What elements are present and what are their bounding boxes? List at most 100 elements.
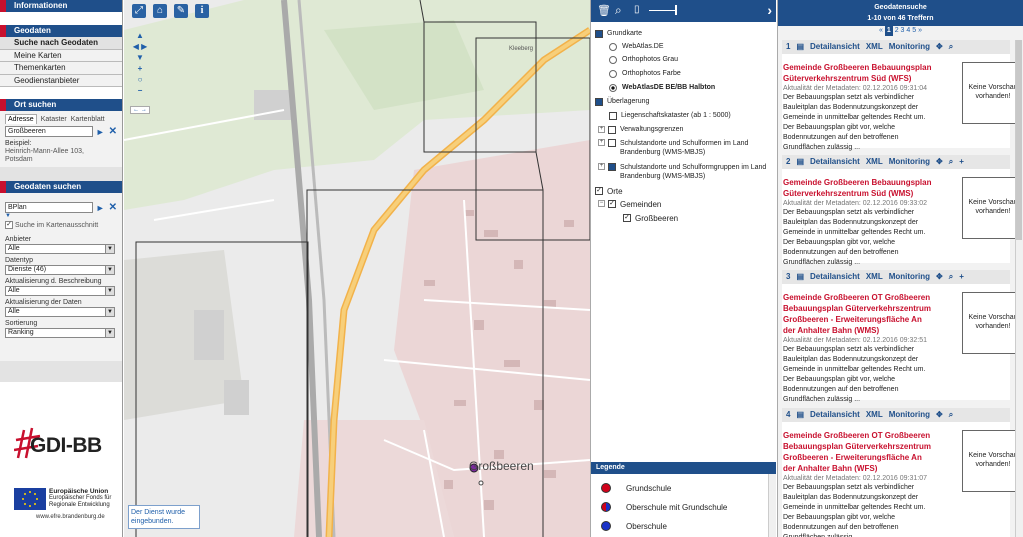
add-icon[interactable]: + (959, 157, 964, 166)
monitoring-link[interactable]: Monitoring (889, 410, 930, 419)
result-title[interactable]: Gemeinde Großbeeren Bebauungsplan Güterv… (783, 62, 933, 84)
overlay-checkbox-2[interactable] (608, 126, 616, 134)
geodaten-clear-icon[interactable]: ✕ (109, 202, 117, 213)
expand-icon[interactable]: + (598, 163, 605, 170)
zoom-icon[interactable]: ⌕ (949, 410, 953, 419)
opacity-slider-handle[interactable] (675, 5, 677, 15)
filter-anbieter-select[interactable]: Alle ▼ (5, 243, 115, 254)
pan-down-icon[interactable]: ▼ (130, 52, 150, 63)
xml-link[interactable]: XML (866, 157, 883, 166)
zoom-out-icon[interactable]: − (130, 85, 150, 96)
collapse-panel-icon[interactable]: › (767, 2, 772, 18)
geodaten-search-go-icon[interactable]: ► (96, 203, 105, 213)
base-radio-4[interactable] (609, 84, 617, 92)
detail-link[interactable]: Detailansicht (810, 272, 860, 281)
filter-beschreibung-select[interactable]: Alle ▼ (5, 285, 115, 296)
overlay-label-1: Liegenschaftskataster (ab 1 : 5000) (621, 112, 731, 119)
pager-next[interactable]: » (918, 27, 922, 34)
tab-kartenblatt[interactable]: Kartenblatt (71, 116, 105, 123)
pager-prev[interactable]: « (879, 27, 883, 34)
nav-suche-geodaten[interactable]: Suche nach Geodaten (0, 37, 122, 50)
move-icon[interactable]: ✥ (936, 272, 943, 281)
geodaten-header[interactable]: Geodaten (0, 25, 122, 37)
info-header[interactable]: Informationen (0, 0, 122, 12)
home-icon[interactable]: ⌂ (153, 4, 167, 18)
grossbeeren-checkbox[interactable]: ✓ (623, 214, 631, 222)
result-title[interactable]: Gemeinde Großbeeren OT Großbeeren Bebauu… (783, 292, 933, 336)
tools-icon[interactable]: ✎ (174, 4, 188, 18)
geodaten-suchen-header[interactable]: Geodaten suchen (0, 181, 122, 193)
nav-themenkarten[interactable]: Themenkarten (0, 62, 122, 75)
expand-icon[interactable]: + (598, 139, 605, 146)
search-icon[interactable]: ⌕ (615, 3, 622, 18)
pager-page-2[interactable]: 2 (895, 27, 899, 34)
collapse-icon[interactable]: − (598, 200, 605, 207)
opacity-slider[interactable] (649, 10, 677, 11)
zoom-in-icon[interactable]: + (130, 63, 150, 74)
ort-search-go-icon[interactable]: ► (96, 127, 105, 137)
geodaten-search-input[interactable]: BPlan (5, 202, 93, 213)
filter-sortierung-select[interactable]: Ranking ▼ (5, 327, 115, 338)
zoom-icon[interactable]: ⌕ (949, 272, 953, 281)
expand-icon[interactable]: + (598, 126, 605, 133)
ort-search-input[interactable]: Großbeeren (5, 126, 93, 137)
kartenausschnitt-checkbox[interactable]: ✓ (5, 221, 13, 229)
document-icon[interactable]: ▯ (634, 4, 640, 15)
xml-link[interactable]: XML (866, 272, 883, 281)
legend-header[interactable]: Legende (591, 462, 776, 474)
tab-kataster[interactable]: Kataster (41, 116, 67, 123)
overlay-checkbox-3[interactable] (608, 139, 616, 147)
detail-link[interactable]: Detailansicht (810, 42, 860, 51)
nav-meine-karten[interactable]: Meine Karten (0, 49, 122, 62)
map-canvas[interactable]: Großbeeren Kleeberg (124, 0, 590, 537)
pan-left-right-icon[interactable]: ◀ ▶ (130, 41, 150, 52)
monitoring-link[interactable]: Monitoring (889, 42, 930, 51)
result-title[interactable]: Gemeinde Großbeeren Bebauungsplan Güterv… (783, 177, 933, 199)
base-radio-3[interactable] (609, 70, 617, 78)
add-icon[interactable]: + (959, 272, 964, 281)
detail-link[interactable]: Detailansicht (810, 157, 860, 166)
overlay-checkbox-1[interactable] (609, 112, 617, 120)
pager-page-1[interactable]: 1 (884, 26, 893, 36)
result-preview: Keine Vorschau vorhanden! (962, 430, 1023, 492)
pager-page-5[interactable]: 5 (912, 27, 916, 34)
trash-icon[interactable]: 🗑 (597, 4, 611, 17)
ort-clear-icon[interactable]: ✕ (109, 126, 117, 137)
legend-scrollbar[interactable] (768, 474, 776, 537)
caret-down-icon[interactable]: ▼ (5, 213, 117, 219)
results-scrollbar[interactable] (1015, 40, 1023, 537)
zoom-reset-icon[interactable]: ○ (130, 74, 150, 85)
move-icon[interactable]: ✥ (936, 157, 943, 166)
base-radio-1[interactable] (609, 43, 617, 51)
info-icon[interactable]: i (195, 4, 209, 18)
detail-link[interactable]: Detailansicht (810, 410, 860, 419)
nav-geodienstanbieter[interactable]: Geodienstanbieter (0, 74, 122, 87)
pan-up-icon[interactable]: ▲ (130, 30, 150, 41)
overlay-checkbox-4[interactable] (608, 163, 616, 171)
history-nav-icon[interactable]: ← → (130, 106, 150, 114)
pager-page-4[interactable]: 4 (906, 27, 910, 34)
pager-page-3[interactable]: 3 (901, 27, 905, 34)
base-radio-2[interactable] (609, 56, 617, 64)
fullscreen-icon[interactable]: ⤢ (132, 4, 146, 18)
monitoring-link[interactable]: Monitoring (889, 157, 930, 166)
xml-link[interactable]: XML (866, 410, 883, 419)
zoom-icon[interactable]: ⌕ (949, 157, 953, 166)
move-icon[interactable]: ✥ (936, 410, 943, 419)
grundkarte-checkbox[interactable] (595, 30, 603, 38)
tab-adresse[interactable]: Adresse (5, 114, 37, 124)
result-title[interactable]: Gemeinde Großbeeren OT Großbeeren Bebauu… (783, 430, 933, 474)
map-view[interactable]: Großbeeren Kleeberg ⤢ ⌂ ✎ i ▲ ◀ ▶ ▼ + ○ … (124, 0, 590, 537)
orte-checkbox[interactable]: ✓ (595, 187, 603, 195)
ort-suchen-header[interactable]: Ort suchen (0, 99, 122, 111)
monitoring-link[interactable]: Monitoring (889, 272, 930, 281)
gemeinden-checkbox[interactable]: ✓ (608, 200, 616, 208)
xml-link[interactable]: XML (866, 42, 883, 51)
result-preview: Keine Vorschau vorhanden! (962, 292, 1023, 354)
zoom-icon[interactable]: ⌕ (949, 42, 953, 51)
filter-daten-select[interactable]: Alle ▼ (5, 306, 115, 317)
ueberlagerung-checkbox[interactable] (595, 98, 603, 106)
move-icon[interactable]: ✥ (936, 42, 943, 51)
filter-datentyp-select[interactable]: Dienste (46) ▼ (5, 264, 115, 275)
results-scroll-thumb[interactable] (1016, 40, 1022, 240)
